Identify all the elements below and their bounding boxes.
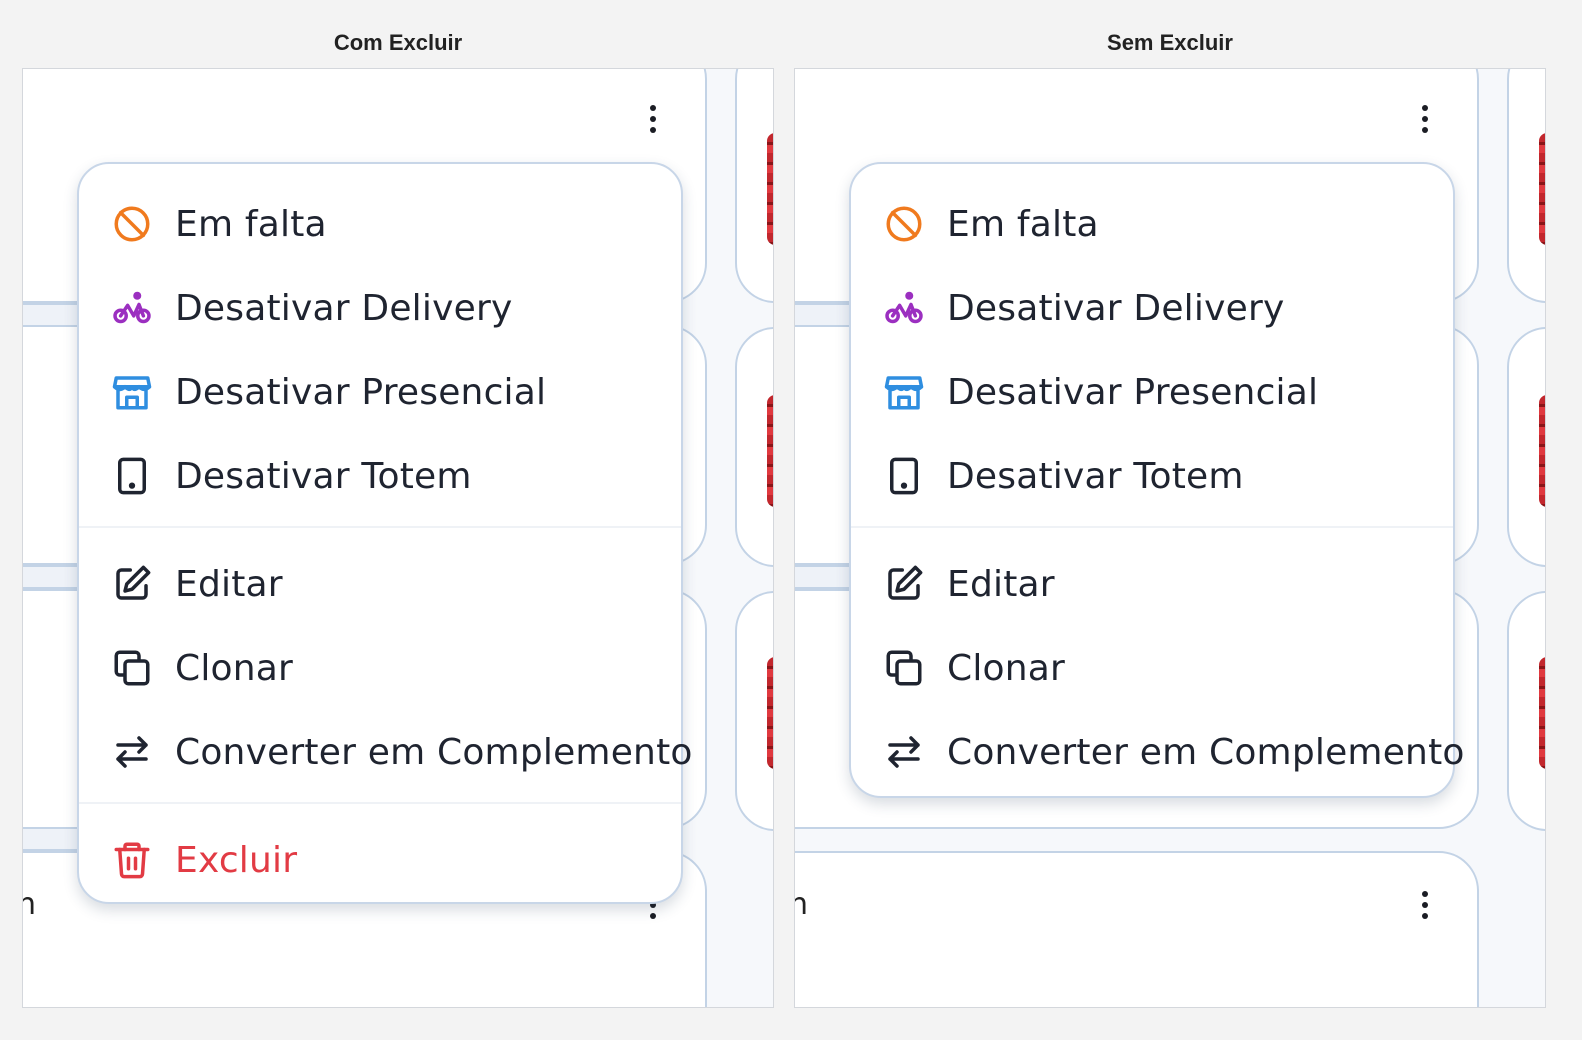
menu-item-label: Desativar Delivery	[175, 287, 513, 329]
menu-item-em-falta[interactable]: Em falta	[851, 182, 1453, 266]
menu-item-label: Excluir	[175, 839, 298, 881]
menu-item-label: Converter em Complemento	[175, 731, 693, 773]
panel-title-sem-excluir: Sem Excluir	[1107, 30, 1233, 55]
store-icon	[883, 371, 925, 413]
menu-item-converter-em-complemento[interactable]: Converter em Complemento	[851, 710, 1464, 794]
copy-icon	[111, 647, 153, 689]
menu-item-label: Desativar Presencial	[175, 371, 547, 413]
menu-item-excluir[interactable]: Excluir	[79, 818, 681, 902]
menu-item-label: Converter em Complemento	[947, 731, 1465, 773]
menu-item-label: Desativar Totem	[947, 455, 1244, 497]
menu-divider	[79, 802, 681, 804]
menu-item-label: Clonar	[175, 647, 294, 689]
menu-item-label: Desativar Presencial	[947, 371, 1319, 413]
bicycle-icon	[883, 287, 925, 329]
menu-item-converter-em-complemento[interactable]: Converter em Complemento	[79, 710, 692, 794]
tablet-icon	[883, 455, 925, 497]
store-icon	[111, 371, 153, 413]
menu-item-editar[interactable]: Editar	[851, 542, 1453, 626]
menu-item-desativar-delivery[interactable]: Desativar Delivery	[79, 266, 681, 350]
menu-item-clonar[interactable]: Clonar	[79, 626, 681, 710]
menu-item-label: Editar	[175, 563, 283, 605]
menu-item-desativar-totem[interactable]: Desativar Totem	[79, 434, 681, 518]
product-actions-menu: Em falta Desativar Delivery Desativar Pr…	[849, 162, 1464, 798]
menu-item-label: Desativar Totem	[175, 455, 472, 497]
trash-icon	[111, 839, 153, 881]
product-name-fragment: n	[23, 887, 36, 922]
out-of-stock-icon	[111, 203, 153, 245]
copy-icon	[883, 647, 925, 689]
out-of-stock-icon	[883, 203, 925, 245]
menu-item-label: Editar	[947, 563, 1055, 605]
product-image	[1539, 395, 1545, 507]
menu-item-label: Em falta	[175, 203, 327, 245]
panel-com-excluir: n Em falta Desativar Delivery Desativar …	[22, 68, 774, 1008]
swap-icon	[883, 731, 925, 773]
product-image	[767, 657, 773, 769]
menu-item-desativar-presencial[interactable]: Desativar Presencial	[79, 350, 681, 434]
menu-item-desativar-presencial[interactable]: Desativar Presencial	[851, 350, 1453, 434]
menu-item-em-falta[interactable]: Em falta	[79, 182, 681, 266]
more-options-icon[interactable]	[1421, 105, 1429, 133]
bicycle-icon	[111, 287, 153, 329]
swap-icon	[111, 731, 153, 773]
edit-icon	[883, 563, 925, 605]
edit-icon	[111, 563, 153, 605]
menu-item-editar[interactable]: Editar	[79, 542, 681, 626]
menu-divider	[851, 526, 1453, 528]
menu-item-clonar[interactable]: Clonar	[851, 626, 1453, 710]
product-image	[767, 133, 773, 245]
tablet-icon	[111, 455, 153, 497]
product-name-fragment: n	[795, 887, 808, 922]
panel-title-com-excluir: Com Excluir	[333, 30, 463, 55]
menu-item-desativar-totem[interactable]: Desativar Totem	[851, 434, 1453, 518]
menu-item-label: Clonar	[947, 647, 1066, 689]
more-options-icon[interactable]	[649, 105, 657, 133]
product-image	[1539, 657, 1545, 769]
product-card[interactable]	[795, 851, 1479, 1007]
product-image	[767, 395, 773, 507]
menu-item-label: Em falta	[947, 203, 1099, 245]
menu-item-desativar-delivery[interactable]: Desativar Delivery	[851, 266, 1453, 350]
product-actions-menu: Em falta Desativar Delivery Desativar Pr…	[77, 162, 692, 904]
menu-item-label: Desativar Delivery	[947, 287, 1285, 329]
product-image	[1539, 133, 1545, 245]
menu-divider	[79, 526, 681, 528]
more-options-icon[interactable]	[1421, 891, 1429, 919]
panel-sem-excluir: n Em falta Desativar Delivery Desativar …	[794, 68, 1546, 1008]
